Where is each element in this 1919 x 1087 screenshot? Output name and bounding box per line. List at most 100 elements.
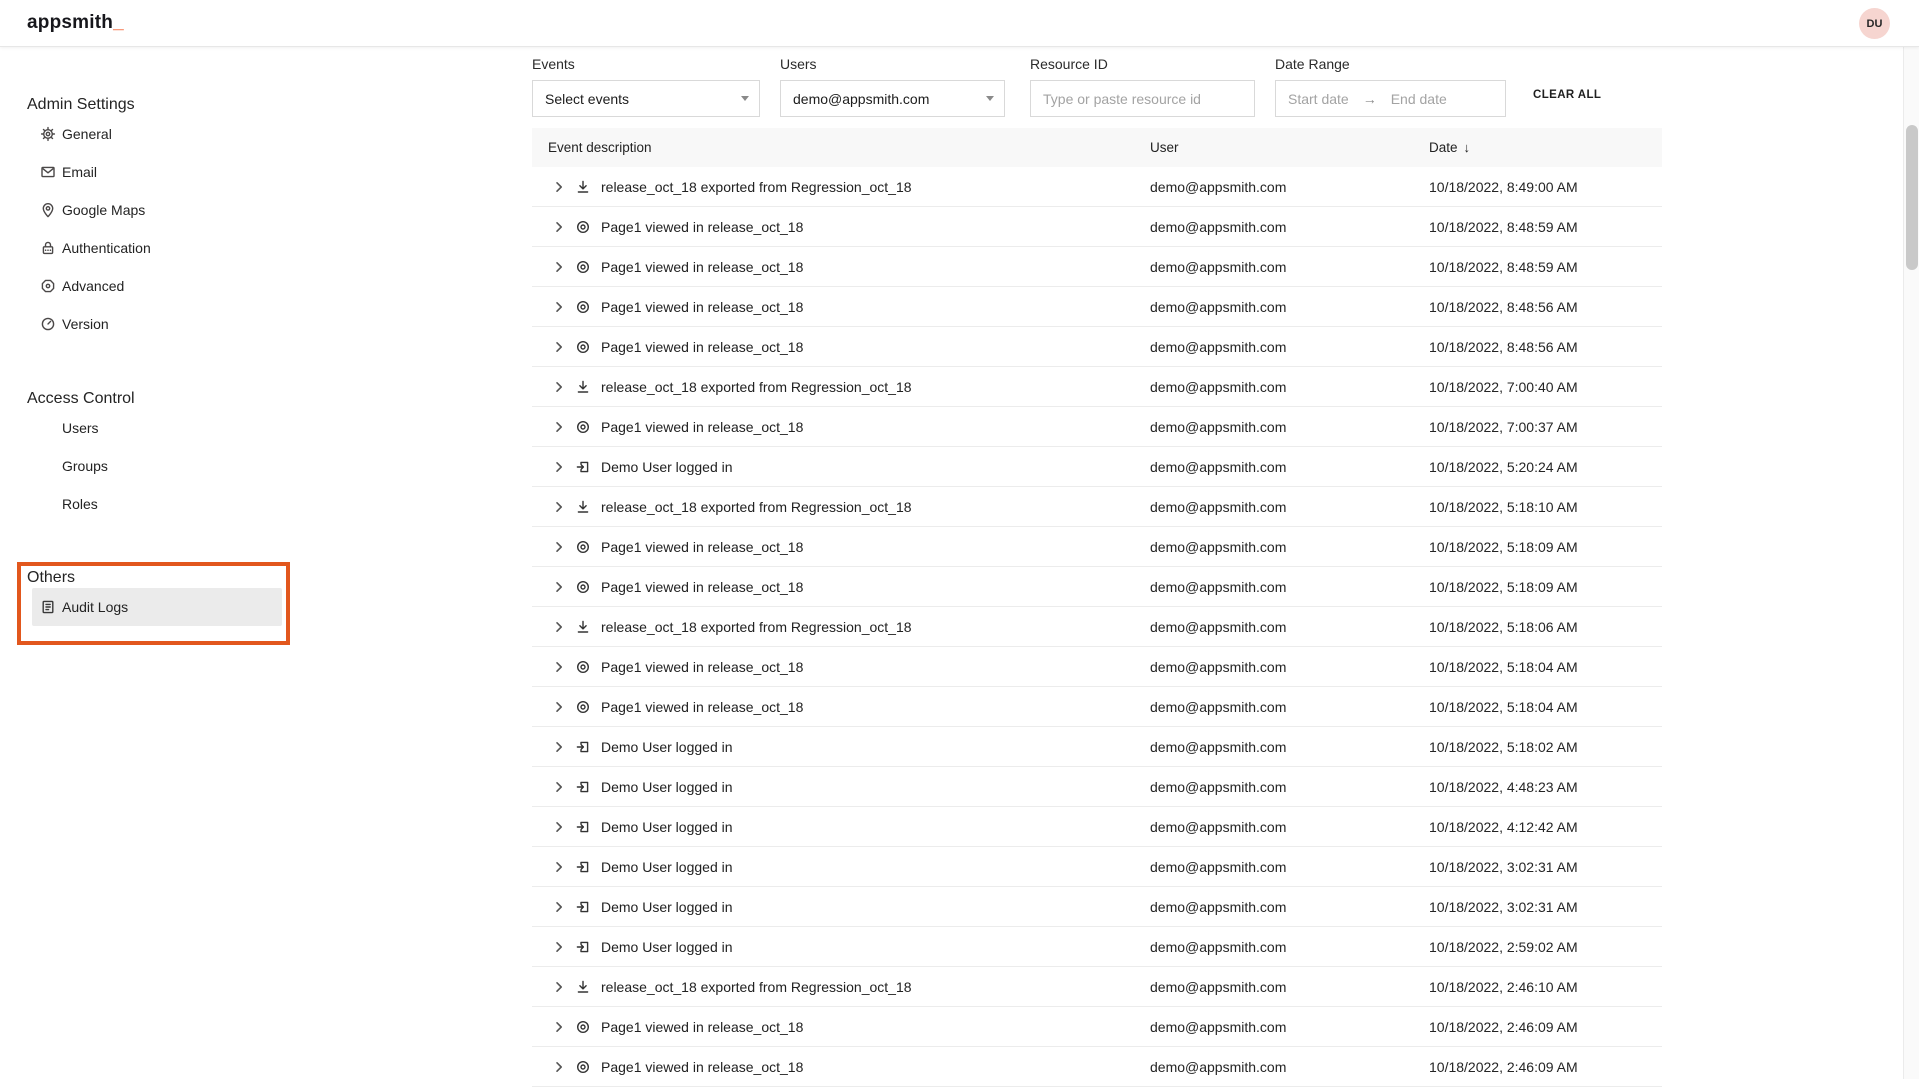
event-date: 10/18/2022, 8:48:56 AM — [1429, 299, 1662, 315]
date-range-input[interactable]: Start date → End date — [1275, 80, 1506, 117]
chevron-right-icon[interactable] — [551, 579, 567, 595]
chevron-down-icon — [741, 96, 749, 101]
chevron-right-icon[interactable] — [551, 1059, 567, 1075]
chevron-right-icon[interactable] — [551, 419, 567, 435]
event-user: demo@appsmith.com — [1150, 779, 1429, 795]
table-row[interactable]: Page1 viewed in release_oct_18 demo@apps… — [532, 1047, 1662, 1087]
event-user: demo@appsmith.com — [1150, 619, 1429, 635]
audit-logs-main: Events Select events Users demo@appsmith… — [532, 47, 1662, 1087]
table-row[interactable]: Demo User logged in demo@appsmith.com 10… — [532, 887, 1662, 927]
chevron-right-icon[interactable] — [551, 219, 567, 235]
event-user: demo@appsmith.com — [1150, 979, 1429, 995]
chevron-down-icon — [986, 96, 994, 101]
table-row[interactable]: Page1 viewed in release_oct_18 demo@apps… — [532, 247, 1662, 287]
scrollbar-thumb[interactable] — [1906, 125, 1918, 270]
users-select[interactable]: demo@appsmith.com — [780, 80, 1005, 117]
chevron-right-icon[interactable] — [551, 259, 567, 275]
table-row[interactable]: release_oct_18 exported from Regression_… — [532, 167, 1662, 207]
eye-icon — [575, 419, 591, 435]
chevron-right-icon[interactable] — [551, 859, 567, 875]
logo-underscore: _ — [113, 12, 124, 33]
chevron-right-icon[interactable] — [551, 779, 567, 795]
appsmith-logo[interactable]: appsmith_ — [27, 12, 124, 34]
chevron-right-icon[interactable] — [551, 379, 567, 395]
table-row[interactable]: Demo User logged in demo@appsmith.com 10… — [532, 847, 1662, 887]
eye-icon — [575, 1059, 591, 1075]
sidebar-item-advanced[interactable]: Advanced — [0, 267, 300, 305]
table-row[interactable]: Page1 viewed in release_oct_18 demo@apps… — [532, 527, 1662, 567]
table-row[interactable]: release_oct_18 exported from Regression_… — [532, 367, 1662, 407]
table-row[interactable]: Page1 viewed in release_oct_18 demo@apps… — [532, 407, 1662, 447]
chevron-right-icon[interactable] — [551, 1019, 567, 1035]
table-row[interactable]: Demo User logged in demo@appsmith.com 10… — [532, 447, 1662, 487]
table-row[interactable]: release_oct_18 exported from Regression_… — [532, 607, 1662, 647]
chevron-right-icon[interactable] — [551, 459, 567, 475]
event-user: demo@appsmith.com — [1150, 579, 1429, 595]
resource-id-filter-label: Resource ID — [1030, 55, 1255, 73]
export-icon — [575, 979, 591, 995]
table-row[interactable]: Demo User logged in demo@appsmith.com 10… — [532, 767, 1662, 807]
table-row[interactable]: Demo User logged in demo@appsmith.com 10… — [532, 927, 1662, 967]
table-row[interactable]: Page1 viewed in release_oct_18 demo@apps… — [532, 327, 1662, 367]
chevron-right-icon[interactable] — [551, 979, 567, 995]
sidebar-item-general[interactable]: General — [0, 115, 300, 153]
sidebar-item-roles[interactable]: Roles — [0, 485, 300, 523]
column-header-date[interactable]: Date↓ — [1429, 140, 1662, 155]
event-description: Page1 viewed in release_oct_18 — [601, 699, 803, 715]
sidebar-item-groups[interactable]: Groups — [0, 447, 300, 485]
export-icon — [575, 179, 591, 195]
login-icon — [575, 459, 591, 475]
chevron-right-icon[interactable] — [551, 539, 567, 555]
table-row[interactable]: release_oct_18 exported from Regression_… — [532, 487, 1662, 527]
event-user: demo@appsmith.com — [1150, 899, 1429, 915]
table-row[interactable]: Page1 viewed in release_oct_18 demo@apps… — [532, 207, 1662, 247]
chevron-right-icon[interactable] — [551, 499, 567, 515]
export-icon — [575, 619, 591, 635]
chevron-right-icon[interactable] — [551, 619, 567, 635]
sidebar-item-label: Groups — [62, 458, 108, 474]
resource-id-input[interactable] — [1043, 91, 1244, 107]
table-row[interactable]: release_oct_18 exported from Regression_… — [532, 967, 1662, 1007]
login-icon — [575, 899, 591, 915]
table-row[interactable]: Demo User logged in demo@appsmith.com 10… — [532, 807, 1662, 847]
event-user: demo@appsmith.com — [1150, 659, 1429, 675]
chevron-right-icon[interactable] — [551, 299, 567, 315]
sidebar-item-authentication[interactable]: Authentication — [0, 229, 300, 267]
scrollbar-track[interactable] — [1903, 47, 1919, 1079]
audit-logs-icon — [40, 599, 56, 615]
chevron-right-icon[interactable] — [551, 339, 567, 355]
chevron-right-icon[interactable] — [551, 899, 567, 915]
table-row[interactable]: Page1 viewed in release_oct_18 demo@apps… — [532, 1007, 1662, 1047]
event-user: demo@appsmith.com — [1150, 819, 1429, 835]
sidebar-item-google-maps[interactable]: Google Maps — [0, 191, 300, 229]
event-user: demo@appsmith.com — [1150, 1019, 1429, 1035]
sidebar-item-email[interactable]: Email — [0, 153, 300, 191]
clear-all-button[interactable]: CLEAR ALL — [1533, 89, 1601, 101]
chevron-right-icon[interactable] — [551, 659, 567, 675]
table-row[interactable]: Page1 viewed in release_oct_18 demo@apps… — [532, 567, 1662, 607]
chevron-right-icon[interactable] — [551, 179, 567, 195]
export-icon — [575, 499, 591, 515]
sidebar-item-audit-logs[interactable]: Audit Logs — [32, 588, 282, 626]
user-avatar[interactable]: DU — [1859, 8, 1890, 39]
sidebar: Admin Settings General Email Google Maps — [0, 47, 300, 626]
events-select[interactable]: Select events — [532, 80, 760, 117]
chevron-right-icon[interactable] — [551, 699, 567, 715]
login-icon — [575, 739, 591, 755]
sidebar-item-label: Audit Logs — [62, 599, 128, 615]
chevron-right-icon[interactable] — [551, 819, 567, 835]
table-row[interactable]: Demo User logged in demo@appsmith.com 10… — [532, 727, 1662, 767]
sidebar-item-users[interactable]: Users — [0, 409, 300, 447]
chevron-right-icon[interactable] — [551, 939, 567, 955]
event-description: Page1 viewed in release_oct_18 — [601, 259, 803, 275]
sidebar-item-version[interactable]: Version — [0, 305, 300, 343]
chevron-right-icon[interactable] — [551, 739, 567, 755]
end-date-placeholder: End date — [1391, 91, 1447, 107]
event-description: Demo User logged in — [601, 859, 733, 875]
table-row[interactable]: Page1 viewed in release_oct_18 demo@apps… — [532, 647, 1662, 687]
event-description: Page1 viewed in release_oct_18 — [601, 219, 803, 235]
table-row[interactable]: Page1 viewed in release_oct_18 demo@apps… — [532, 687, 1662, 727]
eye-icon — [575, 1019, 591, 1035]
event-description: Demo User logged in — [601, 779, 733, 795]
table-row[interactable]: Page1 viewed in release_oct_18 demo@apps… — [532, 287, 1662, 327]
